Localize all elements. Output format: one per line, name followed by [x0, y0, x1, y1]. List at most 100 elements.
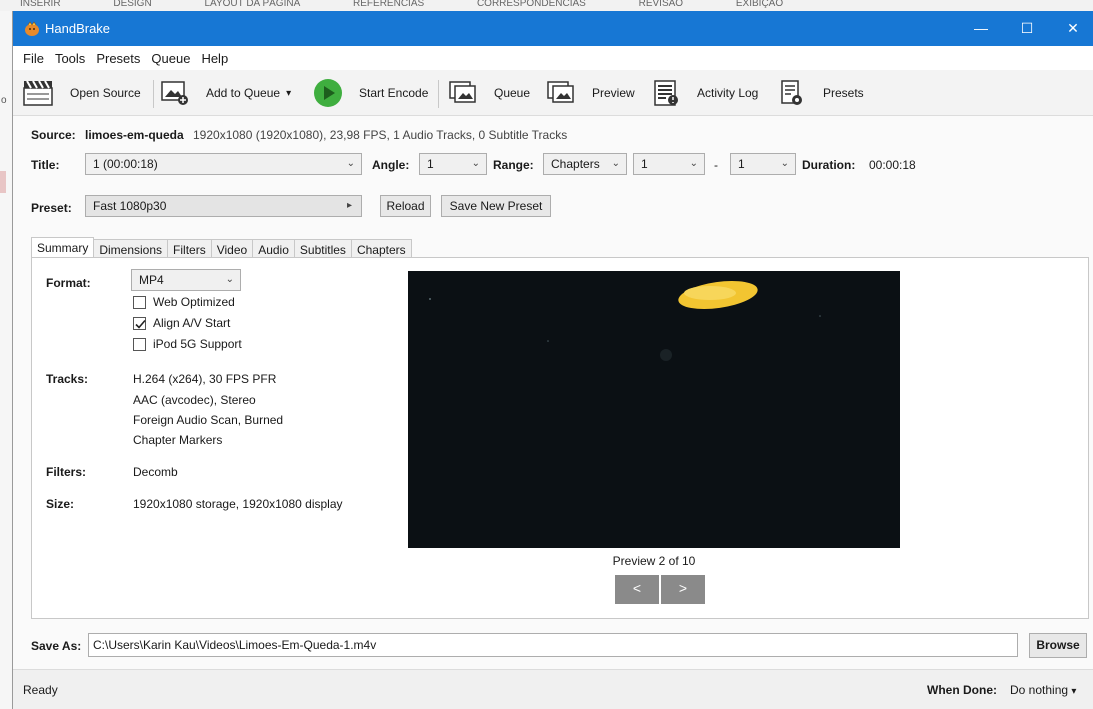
- add-to-queue-button[interactable]: Add to Queue ▾: [158, 70, 291, 116]
- chevron-down-icon: ⌄: [611, 158, 620, 169]
- range-start-dropdown[interactable]: 1 ⌄: [633, 153, 705, 175]
- background-ribbon-tab: EXIBIÇÃO: [735, 0, 784, 9]
- previous-preview-button[interactable]: <: [615, 575, 659, 604]
- web-optimized-label: Web Optimized: [153, 295, 235, 309]
- menu-file[interactable]: File: [23, 51, 44, 66]
- save-as-row: Save As: C:\Users\Karin Kau\Videos\Limoe…: [13, 632, 1093, 658]
- range-end-dropdown[interactable]: 1 ⌄: [730, 153, 796, 175]
- next-preview-button[interactable]: >: [661, 575, 705, 604]
- add-to-queue-icon: [158, 77, 192, 109]
- handbrake-logo-icon: [25, 21, 39, 36]
- chevron-down-icon: ⌄: [225, 274, 234, 285]
- range-type-dropdown[interactable]: Chapters ⌄: [543, 153, 627, 175]
- angle-value: 1: [427, 157, 434, 171]
- activity-log-button[interactable]: Activity Log: [649, 70, 758, 116]
- menu-queue[interactable]: Queue: [151, 51, 190, 66]
- track-item: Chapter Markers: [133, 433, 223, 447]
- status-bar: Ready When Done: Do nothing ▾: [13, 669, 1093, 709]
- source-details: 1920x1080 (1920x1080), 23,98 FPS, 1 Audi…: [193, 128, 568, 142]
- lemon-frame-image: [408, 271, 900, 548]
- ipod-5g-support-checkbox[interactable]: iPod 5G Support: [133, 337, 242, 351]
- clapperboard-icon: [21, 77, 55, 109]
- background-ribbon-tab: INSERIR: [20, 0, 61, 9]
- add-to-queue-dropdown-icon[interactable]: ▾: [286, 88, 291, 99]
- start-encode-label: Start Encode: [359, 86, 429, 100]
- align-av-start-checkbox[interactable]: Align A/V Start: [133, 316, 230, 330]
- browse-button[interactable]: Browse: [1029, 633, 1087, 658]
- angle-label: Angle:: [372, 158, 410, 172]
- menu-bar: File Tools Presets Queue Help: [13, 46, 1093, 70]
- checkbox-box[interactable]: [133, 337, 146, 351]
- when-done-dropdown[interactable]: Do nothing ▾: [1010, 683, 1076, 697]
- background-ribbon-tab: REVISÃO: [638, 0, 684, 9]
- chevron-down-icon: ▾: [1071, 686, 1077, 697]
- title-label: Title:: [31, 158, 60, 172]
- presets-icon: [775, 77, 809, 109]
- track-item: H.264 (x264), 30 FPS PFR: [133, 372, 277, 386]
- preview-button[interactable]: Preview: [544, 70, 635, 116]
- range-start-value: 1: [641, 157, 648, 171]
- start-encode-button[interactable]: Start Encode: [311, 70, 428, 116]
- checkmark-icon: [135, 319, 146, 329]
- when-done-label: When Done:: [927, 683, 997, 697]
- chevron-down-icon: ⌄: [346, 158, 355, 169]
- format-dropdown[interactable]: MP4 ⌄: [131, 269, 241, 291]
- align-av-start-label: Align A/V Start: [153, 316, 231, 330]
- size-value: 1920x1080 storage, 1920x1080 display: [133, 497, 343, 511]
- preview-image: [408, 271, 900, 548]
- when-done-value: Do nothing: [1010, 683, 1069, 697]
- range-type-value: Chapters: [551, 157, 600, 171]
- source-label: Source:: [31, 128, 76, 142]
- presets-button[interactable]: Presets: [775, 70, 864, 116]
- chevron-right-icon: ▸: [346, 200, 352, 211]
- reload-button[interactable]: Reload: [380, 195, 431, 217]
- background-highlight: [0, 171, 6, 193]
- minimize-button[interactable]: —: [958, 11, 1004, 46]
- duration-label: Duration:: [802, 158, 856, 172]
- open-source-button[interactable]: Open Source: [21, 70, 141, 116]
- web-optimized-checkbox[interactable]: Web Optimized: [133, 295, 235, 309]
- preset-value: Fast 1080p30: [93, 199, 167, 213]
- checkbox-box[interactable]: [133, 295, 146, 309]
- menu-presets[interactable]: Presets: [96, 51, 140, 66]
- presets-label: Presets: [823, 86, 864, 100]
- menu-tools[interactable]: Tools: [55, 51, 85, 66]
- tracks-label: Tracks:: [46, 372, 89, 386]
- activity-log-icon: [649, 77, 683, 109]
- maximize-button[interactable]: ☐: [1004, 11, 1050, 46]
- preset-label: Preset:: [31, 201, 72, 215]
- preview-caption: Preview 2 of 10: [612, 554, 696, 568]
- title-dropdown[interactable]: 1 (00:00:18) ⌄: [85, 153, 362, 175]
- queue-label: Queue: [494, 86, 531, 100]
- queue-button[interactable]: Queue: [446, 70, 530, 116]
- chevron-down-icon: ⌄: [471, 158, 480, 169]
- save-new-preset-button[interactable]: Save New Preset: [441, 195, 551, 217]
- save-as-label: Save As:: [31, 639, 82, 653]
- preview-label: Preview: [592, 86, 635, 100]
- chevron-down-icon: ⌄: [780, 158, 789, 169]
- filters-value: Decomb: [133, 465, 178, 479]
- ipod-5g-support-label: iPod 5G Support: [153, 337, 242, 351]
- background-ribbon-tab: LAYOUT DA PÁGINA: [204, 0, 301, 9]
- title-bar: HandBrake — ☐ ✕: [13, 11, 1093, 46]
- format-value: MP4: [139, 273, 164, 287]
- angle-dropdown[interactable]: 1 ⌄: [419, 153, 487, 175]
- preset-row: Preset: Fast 1080p30 ▸ Reload Save New P…: [13, 195, 1093, 219]
- save-as-path-value: C:\Users\Karin Kau\Videos\Limoes-Em-Qued…: [93, 638, 377, 652]
- background-ribbon-tab: REFERÊNCIAS: [353, 0, 425, 9]
- add-to-queue-label: Add to Queue: [206, 86, 281, 100]
- checkbox-box[interactable]: [133, 316, 146, 330]
- summary-panel: Format: MP4 ⌄ Web Optimized Align A/V St…: [31, 257, 1089, 619]
- background-ribbon: INSERIR DESIGN LAYOUT DA PÁGINA REFERÊNC…: [0, 0, 1093, 11]
- close-button[interactable]: ✕: [1050, 11, 1093, 46]
- range-end-value: 1: [738, 157, 745, 171]
- queue-icon: [446, 77, 480, 109]
- toolbar-separator: [153, 80, 154, 108]
- save-as-path-input[interactable]: C:\Users\Karin Kau\Videos\Limoes-Em-Qued…: [88, 633, 1018, 657]
- open-source-label: Open Source: [70, 86, 141, 100]
- menu-help[interactable]: Help: [201, 51, 228, 66]
- range-label: Range:: [493, 158, 534, 172]
- filters-label: Filters:: [46, 465, 87, 479]
- toolbar: Open Source Add to Queue ▾ Start Encode …: [13, 70, 1093, 116]
- preset-selector[interactable]: Fast 1080p30 ▸: [85, 195, 362, 217]
